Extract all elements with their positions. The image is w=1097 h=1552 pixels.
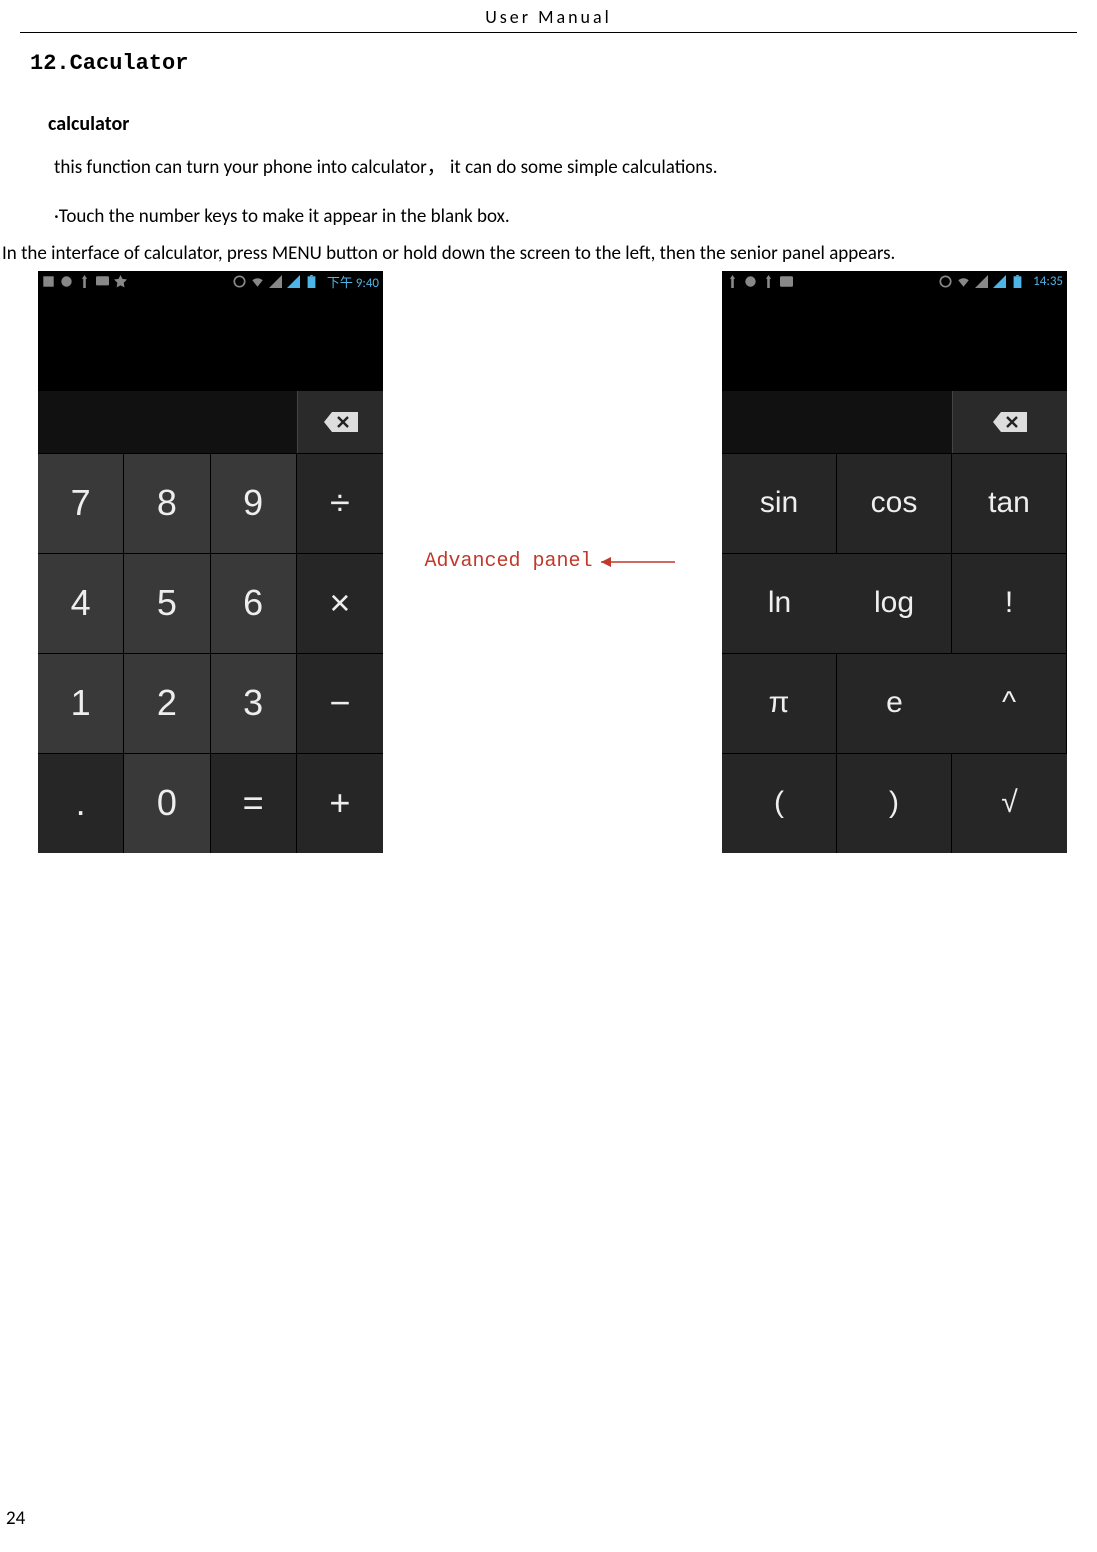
status-time: 下午 9:40 (327, 272, 379, 291)
key-log[interactable]: log (837, 553, 952, 653)
figure-row: 下午 9:40 7 8 9 ÷ 4 5 6 (38, 271, 1067, 853)
key-dot[interactable]: . (38, 753, 124, 853)
key-rparen[interactable]: ) (837, 753, 952, 853)
key-8[interactable]: 8 (124, 453, 210, 553)
status-bar: 下午 9:40 (38, 271, 383, 293)
subheading: calculator (48, 112, 1067, 136)
arrow-icon (601, 555, 681, 569)
display-row (38, 391, 383, 453)
header-rule (20, 32, 1077, 33)
status-bar: 14:35 (722, 271, 1067, 293)
phone-basic-calculator: 下午 9:40 7 8 9 ÷ 4 5 6 (38, 271, 383, 853)
signal1-icon (975, 275, 988, 288)
signal2-icon (993, 275, 1006, 288)
key-divide[interactable]: ÷ (297, 453, 383, 553)
status-left-icons (726, 275, 793, 288)
signal2-icon (287, 275, 300, 288)
debug2-icon (762, 275, 775, 288)
star-icon (114, 275, 127, 288)
key-5[interactable]: 5 (124, 553, 210, 653)
display-field[interactable] (722, 391, 952, 453)
alarm-icon (233, 275, 246, 288)
key-2[interactable]: 2 (124, 653, 210, 753)
key-6[interactable]: 6 (211, 553, 297, 653)
backspace-button[interactable] (952, 391, 1067, 453)
status-right-icons: 14:35 (939, 274, 1063, 289)
wifi-icon (957, 275, 970, 288)
section-heading: 12.Caculator (30, 51, 1067, 76)
backspace-icon (324, 412, 358, 432)
key-1[interactable]: 1 (38, 653, 124, 753)
display-row (722, 391, 1067, 453)
key-multiply[interactable]: × (297, 553, 383, 653)
page-number: 24 (6, 1507, 25, 1530)
annotation-area: Advanced panel (383, 550, 722, 573)
backspace-button[interactable] (297, 391, 383, 453)
key-0[interactable]: 0 (124, 753, 210, 853)
keypad-basic: 7 8 9 ÷ 4 5 6 × 1 2 3 − . 0 = + (38, 453, 383, 853)
backspace-icon (993, 412, 1027, 432)
status-time: 14:35 (1033, 274, 1063, 289)
bullet-line: ·Touch the number keys to make it appear… (54, 205, 1067, 228)
phone-advanced-calculator: 14:35 sin cos tan ln log ! (722, 271, 1067, 853)
keypad-advanced: sin cos tan ln log ! π e ^ ( ) √ (722, 453, 1067, 853)
instruction-paragraph: In the interface of calculator, press ME… (2, 242, 1067, 265)
status-right-icons: 下午 9:40 (233, 272, 379, 291)
key-e[interactable]: e (837, 653, 952, 753)
battery-icon (1011, 275, 1024, 288)
key-ln[interactable]: ln (722, 553, 837, 653)
key-7[interactable]: 7 (38, 453, 124, 553)
key-cos[interactable]: cos (837, 453, 952, 553)
key-lparen[interactable]: ( (722, 753, 837, 853)
debug-icon (726, 275, 739, 288)
status-left-icons (42, 275, 127, 288)
usb-icon (60, 275, 73, 288)
key-4[interactable]: 4 (38, 553, 124, 653)
display-field[interactable] (38, 391, 297, 453)
key-minus[interactable]: − (297, 653, 383, 753)
sms-icon (96, 275, 109, 288)
key-plus[interactable]: + (297, 753, 383, 853)
key-sqrt[interactable]: √ (952, 753, 1067, 853)
sync-icon (939, 275, 952, 288)
debug-icon (78, 275, 91, 288)
key-factorial[interactable]: ! (952, 553, 1067, 653)
advanced-panel-label: Advanced panel (424, 550, 592, 573)
notification-icon (42, 275, 55, 288)
calculator-upper-area (38, 293, 383, 391)
header-title: User Manual (30, 0, 1067, 32)
usb-icon (744, 275, 757, 288)
key-9[interactable]: 9 (211, 453, 297, 553)
wifi-icon (251, 275, 264, 288)
key-equals[interactable]: = (211, 753, 297, 853)
key-3[interactable]: 3 (211, 653, 297, 753)
key-tan[interactable]: tan (952, 453, 1067, 553)
key-pi[interactable]: π (722, 653, 837, 753)
screenshot-icon (780, 275, 793, 288)
intro-paragraph: this function can turn your phone into c… (54, 154, 1067, 183)
calculator-upper-area (722, 293, 1067, 391)
signal1-icon (269, 275, 282, 288)
battery-icon (305, 275, 318, 288)
key-power[interactable]: ^ (952, 653, 1067, 753)
key-sin[interactable]: sin (722, 453, 837, 553)
